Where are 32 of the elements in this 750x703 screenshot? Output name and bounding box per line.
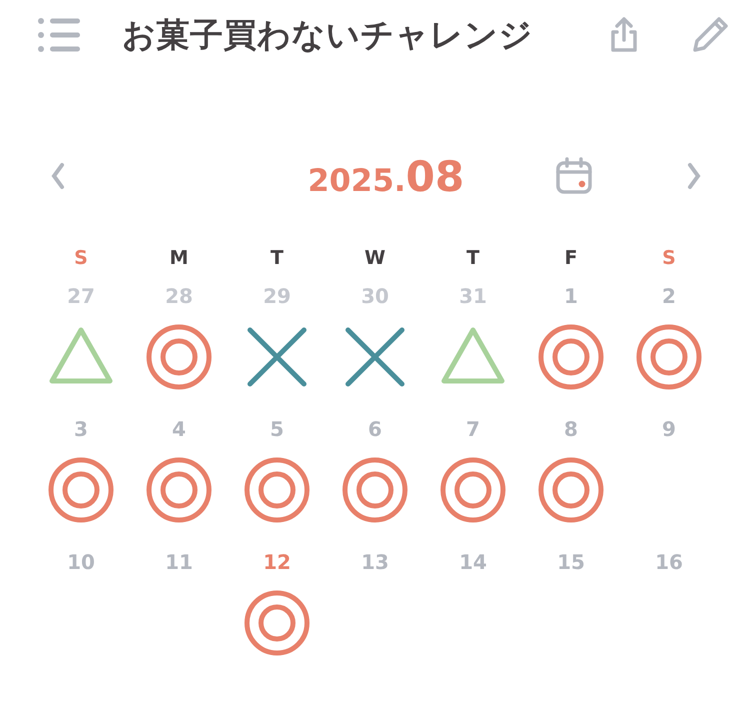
day-number[interactable]: 11 (165, 550, 193, 580)
day-number[interactable]: 29 (263, 284, 291, 314)
day-number[interactable]: 2 (662, 284, 676, 314)
day-number[interactable]: 28 (165, 284, 193, 314)
weekday-label: S (661, 246, 677, 271)
day-number[interactable]: 31 (459, 284, 487, 314)
day-number[interactable]: 14 (459, 550, 487, 580)
day-number[interactable]: 5 (270, 417, 284, 447)
day-number[interactable]: 4 (172, 417, 186, 447)
day-number[interactable]: 30 (361, 284, 389, 314)
day-number[interactable]: 12 (263, 550, 291, 580)
day-number[interactable]: 9 (662, 417, 676, 447)
calendar-icon[interactable] (554, 156, 594, 196)
app-title: お菓子買わないチャレンジ (122, 14, 534, 56)
day-number[interactable]: 27 (67, 284, 95, 314)
weekday-label: W (364, 246, 386, 271)
day-number[interactable]: 10 (67, 550, 95, 580)
weekday-label: M (168, 246, 190, 271)
day-number[interactable]: 8 (564, 417, 578, 447)
day-number[interactable]: 13 (361, 550, 389, 580)
day-number[interactable]: 1 (564, 284, 578, 314)
day-number[interactable]: 3 (74, 417, 88, 447)
weekday-label: S (73, 246, 89, 271)
weekday-label: F (564, 246, 578, 271)
day-number[interactable]: 7 (466, 417, 480, 447)
weekday-label: T (270, 246, 284, 271)
day-number[interactable]: 15 (557, 550, 585, 580)
menu-icon[interactable] (38, 18, 82, 52)
month-title: 2025.08 (306, 152, 466, 200)
weekday-label: T (466, 246, 480, 271)
day-number[interactable]: 6 (368, 417, 382, 447)
day-number[interactable]: 16 (655, 550, 683, 580)
